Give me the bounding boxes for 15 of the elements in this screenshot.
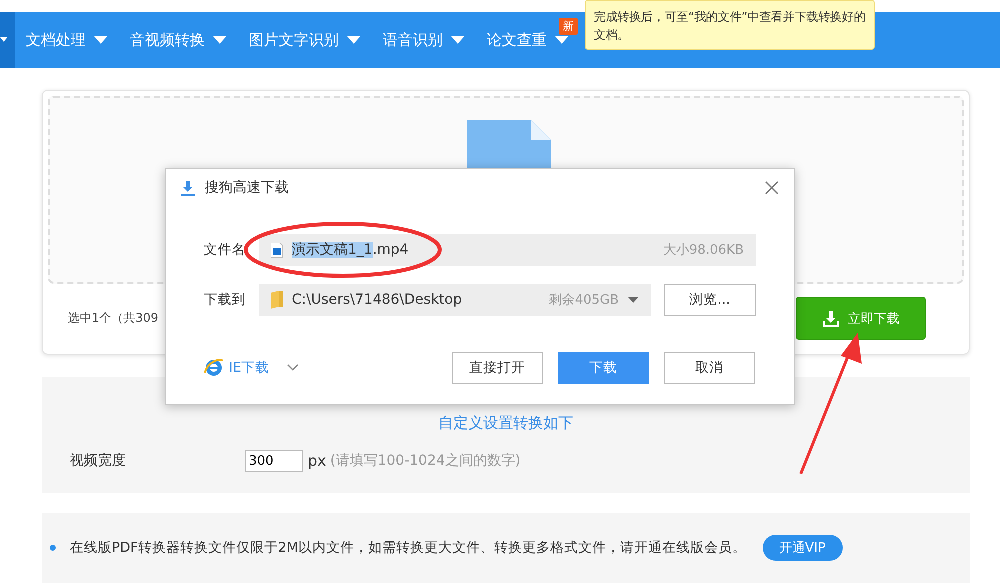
field-label: 视频宽度 bbox=[70, 452, 127, 470]
new-badge: 新 bbox=[559, 18, 578, 34]
selection-count-text: 选中1个（共309 bbox=[68, 310, 159, 327]
hint-text: (请填写100-1024之间的数字) bbox=[330, 452, 521, 470]
settings-title: 自定义设置转换如下 bbox=[438, 414, 574, 434]
tooltip: 完成转换后，可至“我的文件”中查看并下载转换好的文档。 bbox=[585, 0, 875, 50]
save-path-text: C:\Users\71486\Desktop bbox=[292, 292, 464, 308]
free-space-text: 剩余405GB bbox=[549, 292, 619, 309]
file-name-text: 演示文稿1_1.mp4 bbox=[292, 241, 410, 259]
field-label: 下载到 bbox=[204, 291, 247, 309]
field-label: 文件名 bbox=[204, 241, 247, 259]
unit-label: px bbox=[308, 452, 326, 470]
dialog-title: 搜狗高速下载 bbox=[205, 179, 290, 197]
notice-text: 在线版PDF转换器转换文件仅限于2M以内文件，如需转换更大文件、转换更多格式文件，请开通在线版会员。 bbox=[70, 539, 747, 557]
file-size-text: 大小98.06KB bbox=[663, 242, 744, 259]
